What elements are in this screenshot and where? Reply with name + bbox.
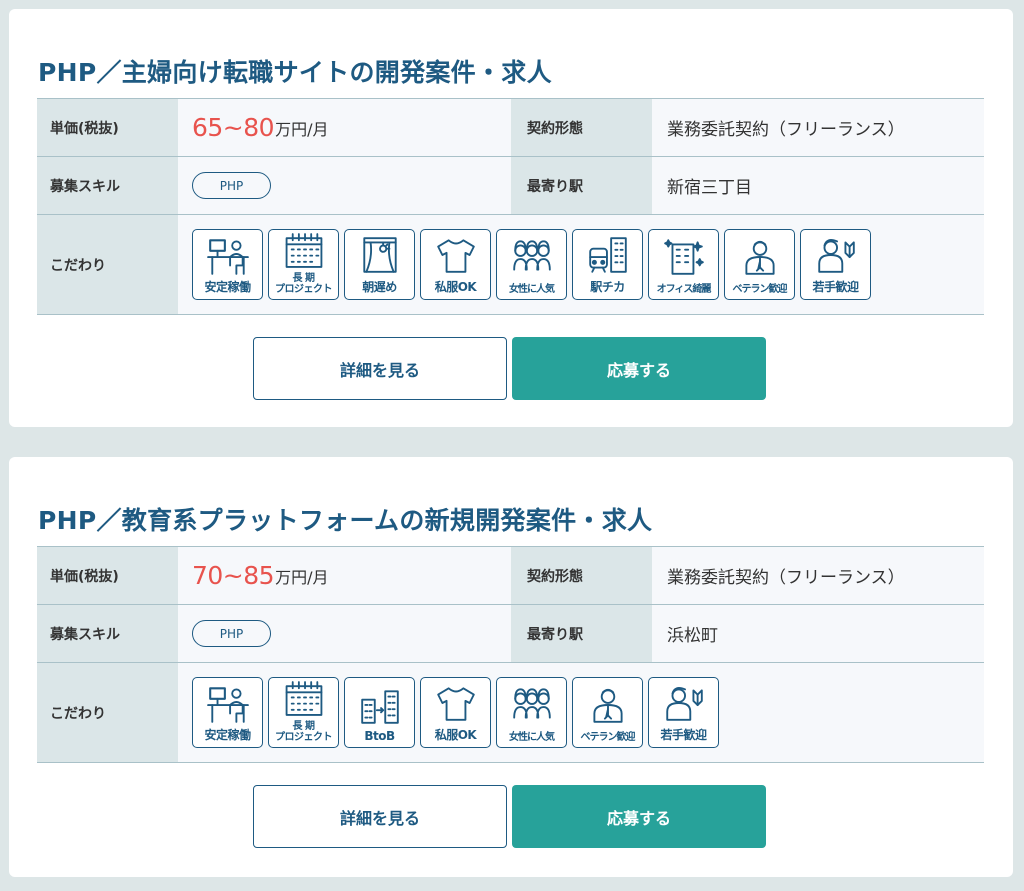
station-value: 浜松町 bbox=[667, 626, 718, 646]
price-unit: 万円/月 bbox=[275, 567, 329, 587]
contract-value: 業務委託契約（フリーランス） bbox=[667, 568, 905, 588]
veteran-icon bbox=[592, 688, 623, 723]
feature-tag[interactable]: BtoB bbox=[344, 677, 415, 748]
feature-tag-label: BtoB bbox=[364, 729, 395, 743]
features-label: こだわり bbox=[37, 215, 178, 314]
feature-tag-label: 若手歓迎 bbox=[660, 728, 707, 742]
women-group-icon bbox=[512, 688, 551, 719]
detail-button[interactable]: 詳細を見る bbox=[253, 785, 507, 848]
price-range: 65~80 bbox=[192, 113, 275, 142]
job-title[interactable]: PHP／主婦向け転職サイトの開発案件・求人 bbox=[38, 53, 552, 89]
feature-tag-label: 若手歓迎 bbox=[812, 280, 859, 294]
skill-tag[interactable]: PHP bbox=[192, 620, 271, 647]
feature-tag[interactable]: 安定稼働 bbox=[192, 229, 263, 300]
skills-label: 募集スキル bbox=[37, 605, 178, 662]
price-unit: 万円/月 bbox=[275, 119, 329, 139]
feature-tag[interactable]: 女性に人気 bbox=[496, 229, 567, 300]
feature-tag-label: 安定稼働 bbox=[204, 280, 251, 294]
station-value: 新宿三丁目 bbox=[667, 178, 752, 198]
clean-office-icon bbox=[663, 239, 704, 275]
feature-tag-label: 私服OK bbox=[434, 280, 477, 294]
feature-tag[interactable]: 長 期 プロジェクト bbox=[268, 677, 339, 748]
job-title[interactable]: PHP／教育系プラットフォームの新規開発案件・求人 bbox=[38, 501, 652, 537]
feature-tag-label: 私服OK bbox=[434, 728, 477, 742]
price-label: 単価(税抜) bbox=[37, 547, 178, 604]
feature-tag-label: 朝遅め bbox=[362, 280, 397, 294]
feature-tag-label: 長 期 プロジェクト bbox=[275, 721, 333, 743]
feature-tag-label: 女性に人気 bbox=[509, 732, 555, 743]
feature-tag[interactable]: 長 期 プロジェクト bbox=[268, 229, 339, 300]
feature-tag[interactable]: 女性に人気 bbox=[496, 677, 567, 748]
job-card: PHP／教育系プラットフォームの新規開発案件・求人 単価(税抜) 70~85 万円… bbox=[9, 457, 1013, 877]
skill-tag[interactable]: PHP bbox=[192, 172, 271, 199]
calendar-icon bbox=[285, 681, 322, 716]
feature-tag[interactable]: 若手歓迎 bbox=[800, 229, 871, 300]
train-station-icon bbox=[588, 237, 627, 273]
feature-tag-label: 女性に人気 bbox=[509, 284, 555, 295]
price-value: 70~85 万円/月 bbox=[178, 547, 511, 604]
feature-tag[interactable]: 若手歓迎 bbox=[648, 677, 719, 748]
tshirt-icon bbox=[436, 687, 475, 721]
skills-label: 募集スキル bbox=[37, 157, 178, 214]
feature-tag[interactable]: 安定稼働 bbox=[192, 677, 263, 748]
feature-tag[interactable]: ベテラン歓迎 bbox=[572, 677, 643, 748]
features-label: こだわり bbox=[37, 663, 178, 762]
station-label: 最寄り駅 bbox=[511, 157, 652, 214]
feature-tag-label: ベテラン歓迎 bbox=[732, 284, 788, 295]
job-card: PHP／主婦向け転職サイトの開発案件・求人 単価(税抜) 65~80 万円/月 契… bbox=[9, 9, 1013, 427]
btob-buildings-icon bbox=[360, 690, 399, 724]
detail-button[interactable]: 詳細を見る bbox=[253, 337, 507, 400]
feature-tag-label: 安定稼働 bbox=[204, 728, 251, 742]
feature-tag[interactable]: ベテラン歓迎 bbox=[724, 229, 795, 300]
feature-tag[interactable]: オフィス綺麗 bbox=[648, 229, 719, 300]
calendar-icon bbox=[285, 233, 322, 268]
feature-tag-label: ベテラン歓迎 bbox=[580, 732, 636, 743]
job-info-table: 単価(税抜) 70~85 万円/月 契約形態 業務委託契約（フリーランス） 募集ス… bbox=[37, 546, 984, 763]
veteran-icon bbox=[744, 240, 775, 275]
job-info-table: 単価(税抜) 65~80 万円/月 契約形態 業務委託契約（フリーランス） 募集ス… bbox=[37, 98, 984, 315]
feature-tag-label: オフィス綺麗 bbox=[656, 284, 712, 295]
contract-value: 業務委託契約（フリーランス） bbox=[667, 120, 905, 140]
feature-tags: 安定稼働 長 期 プロジェクト 朝遅め 私服OK 女性に人気 駅チカ オフィス綺麗 ベテラン歓… bbox=[192, 229, 871, 300]
desk-worker-icon bbox=[206, 239, 249, 275]
young-beginner-icon bbox=[665, 687, 703, 721]
tshirt-icon bbox=[436, 239, 475, 273]
desk-worker-icon bbox=[206, 687, 249, 723]
contract-label: 契約形態 bbox=[511, 547, 652, 604]
feature-tag[interactable]: 駅チカ bbox=[572, 229, 643, 300]
price-range: 70~85 bbox=[192, 561, 275, 590]
station-label: 最寄り駅 bbox=[511, 605, 652, 662]
price-value: 65~80 万円/月 bbox=[178, 99, 511, 156]
apply-button[interactable]: 応募する bbox=[512, 337, 766, 400]
feature-tag[interactable]: 私服OK bbox=[420, 229, 491, 300]
feature-tag[interactable]: 私服OK bbox=[420, 677, 491, 748]
contract-label: 契約形態 bbox=[511, 99, 652, 156]
women-group-icon bbox=[512, 240, 551, 271]
feature-tags: 安定稼働 長 期 プロジェクト BtoB 私服OK 女性に人気 ベテラン歓迎 若手歓迎 bbox=[192, 677, 719, 748]
feature-tag[interactable]: 朝遅め bbox=[344, 229, 415, 300]
apply-button[interactable]: 応募する bbox=[512, 785, 766, 848]
young-beginner-icon bbox=[817, 239, 855, 273]
feature-tag-label: 駅チカ bbox=[590, 280, 625, 294]
feature-tag-label: 長 期 プロジェクト bbox=[275, 273, 333, 295]
price-label: 単価(税抜) bbox=[37, 99, 178, 156]
window-sun-icon bbox=[362, 237, 397, 273]
